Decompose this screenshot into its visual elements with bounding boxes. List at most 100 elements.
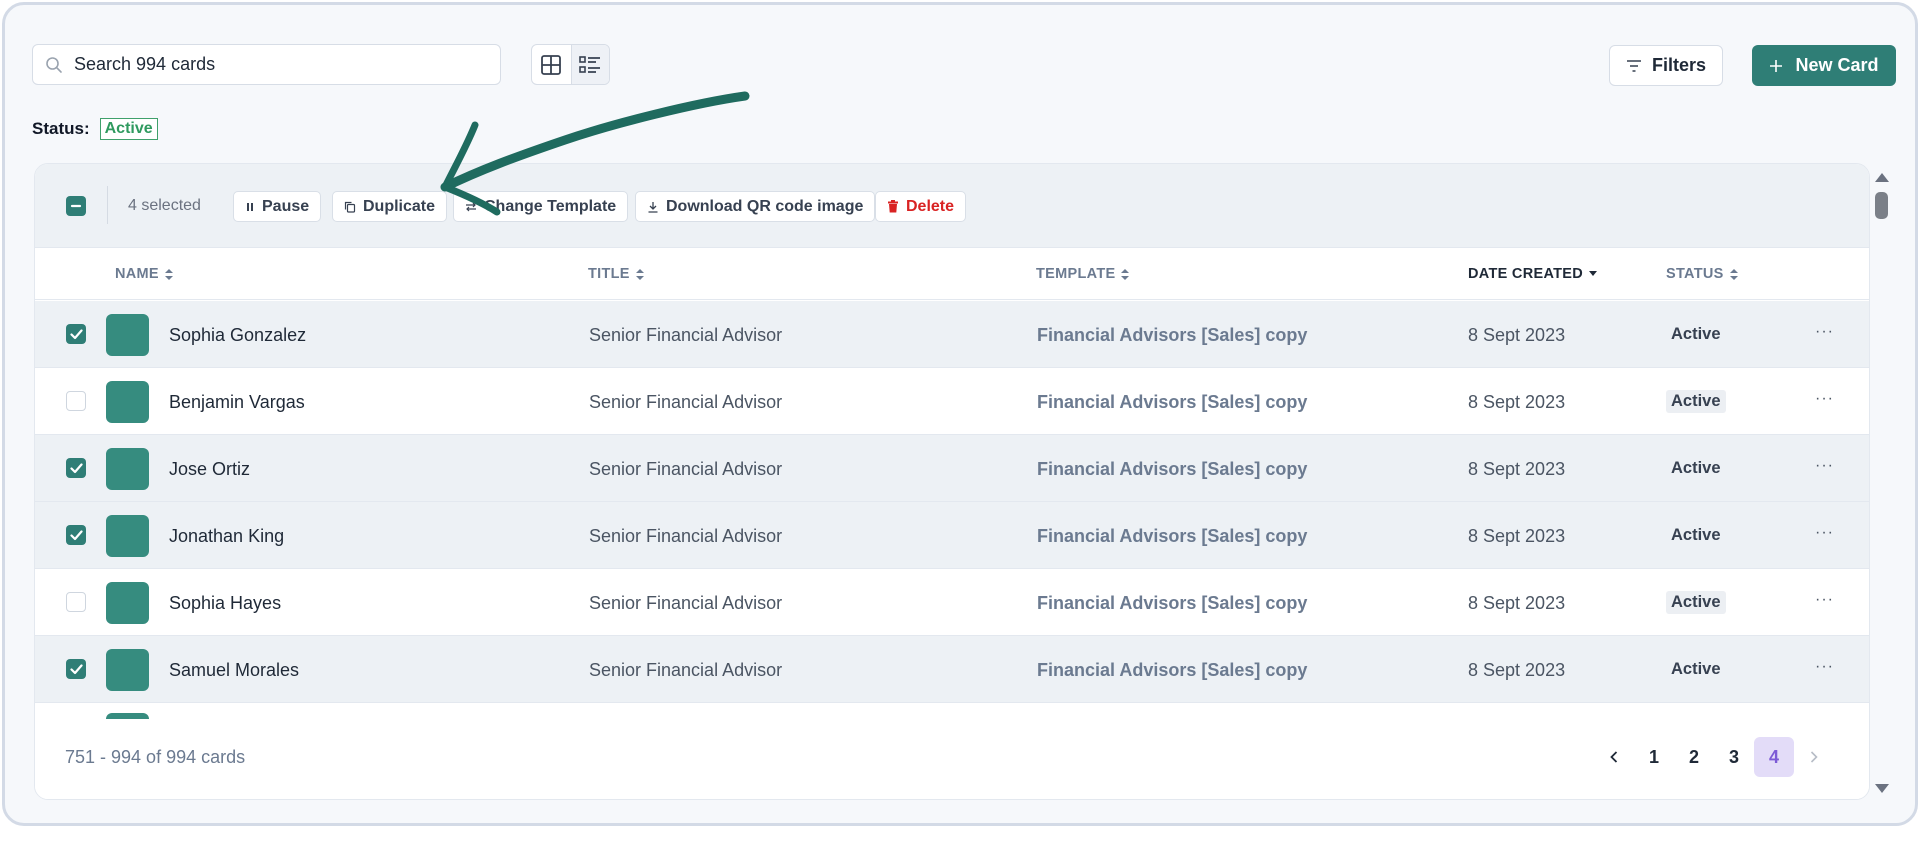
more-options-icon[interactable]: ··· — [1815, 323, 1834, 341]
card-template[interactable]: Financial Advisors [Sales] copy — [1037, 325, 1307, 346]
next-page-button[interactable] — [1794, 737, 1834, 777]
card-title: Senior Financial Advisor — [589, 660, 783, 680]
minus-icon — [70, 204, 82, 208]
card-title: Senior Financial Advisor — [589, 593, 783, 613]
table-row[interactable]: Jose Ortiz Senior Financial Advisor Financ… — [35, 435, 1869, 502]
chevron-right-icon — [1810, 751, 1818, 763]
sort-desc-icon — [1589, 271, 1598, 276]
table-row[interactable]: Samuel Morales Senior Financial Advisor Fi… — [35, 636, 1869, 703]
status-badge: Active — [1666, 591, 1726, 614]
table-row[interactable]: Benjamin Vargas Senior Financial Advisor F… — [35, 368, 1869, 435]
more-options-icon[interactable]: ··· — [1815, 591, 1834, 609]
card-template[interactable]: Financial Advisors [Sales] copy — [1037, 459, 1307, 480]
search-icon — [46, 57, 62, 73]
table-footer: 751 - 994 of 994 cards 1 2 3 4 — [35, 719, 1869, 799]
swap-icon — [466, 202, 476, 211]
column-header-template-label: TEMPLATE — [1036, 266, 1116, 282]
scroll-down-arrow-icon[interactable] — [1875, 784, 1889, 793]
card-name[interactable]: Samuel Morales — [169, 660, 299, 681]
filter-icon — [1626, 59, 1641, 72]
card-title: Senior Financial Advisor — [589, 526, 783, 546]
card-name[interactable]: Jose Ortiz — [169, 459, 250, 480]
more-options-icon[interactable]: ··· — [1815, 457, 1834, 475]
select-all-checkbox[interactable] — [66, 196, 86, 216]
column-header-name[interactable]: NAME — [115, 266, 173, 282]
row-checkbox[interactable] — [66, 391, 86, 411]
vertical-scrollbar[interactable] — [1872, 163, 1890, 800]
column-header-name-label: NAME — [115, 266, 159, 282]
prev-page-button[interactable] — [1594, 737, 1634, 777]
table-row[interactable]: Jonathan King Senior Financial Advisor Fin… — [35, 502, 1869, 569]
page-4-button[interactable]: 4 — [1754, 737, 1794, 777]
status-badge: Active — [1671, 325, 1721, 343]
avatar — [106, 515, 149, 557]
plus-icon — [1770, 59, 1783, 72]
avatar — [106, 448, 149, 490]
filters-label: Filters — [1651, 55, 1707, 75]
row-checkbox[interactable] — [66, 525, 86, 545]
card-title: Senior Financial Advisor — [589, 325, 783, 345]
pause-button[interactable]: Pause — [233, 191, 322, 222]
sort-icon — [164, 268, 173, 280]
card-date-created: 8 Sept 2023 — [1468, 459, 1566, 479]
check-icon — [69, 328, 83, 339]
avatar — [106, 649, 149, 691]
download-qr-button[interactable]: Download QR code image — [635, 191, 876, 222]
card-date-created: 8 Sept 2023 — [1468, 593, 1566, 613]
more-options-icon[interactable]: ··· — [1815, 524, 1834, 542]
status-filter-chip[interactable]: Active — [99, 118, 158, 140]
delete-label: Delete — [906, 197, 955, 215]
page-2-button[interactable]: 2 — [1674, 737, 1714, 777]
scroll-up-arrow-icon[interactable] — [1875, 173, 1889, 182]
column-header-title[interactable]: TITLE — [588, 266, 644, 282]
avatar — [106, 314, 149, 356]
check-icon — [69, 663, 83, 674]
duplicate-button[interactable]: Duplicate — [332, 191, 448, 222]
card-name[interactable]: Jonathan King — [169, 526, 284, 547]
row-checkbox[interactable] — [66, 458, 86, 478]
more-options-icon[interactable]: ··· — [1815, 390, 1834, 408]
new-card-button[interactable]: New Card — [1752, 45, 1896, 86]
pagination: 1 2 3 4 — [1594, 737, 1834, 777]
search-box[interactable] — [32, 44, 501, 85]
download-qr-label: Download QR code image — [666, 197, 864, 215]
column-header-template[interactable]: TEMPLATE — [1036, 266, 1130, 282]
app-frame: Filters New Card Status: Active 4 select… — [2, 2, 1918, 826]
table-row[interactable]: Sophia Hayes Senior Financial Advisor Fina… — [35, 569, 1869, 636]
change-template-button[interactable]: Change Template — [453, 191, 629, 222]
column-header-date-label: DATE CREATED — [1468, 266, 1584, 282]
page-1-button[interactable]: 1 — [1634, 737, 1674, 777]
card-template[interactable]: Financial Advisors [Sales] copy — [1037, 660, 1307, 681]
card-template[interactable]: Financial Advisors [Sales] copy — [1037, 593, 1307, 614]
card-name[interactable]: Sophia Hayes — [169, 593, 281, 614]
scroll-thumb[interactable] — [1875, 192, 1888, 219]
card-template[interactable]: Financial Advisors [Sales] copy — [1037, 526, 1307, 547]
pause-icon — [247, 202, 253, 211]
column-header-status[interactable]: STATUS — [1666, 266, 1738, 282]
row-checkbox[interactable] — [66, 659, 86, 679]
card-template[interactable]: Financial Advisors [Sales] copy — [1037, 392, 1307, 413]
more-options-icon[interactable]: ··· — [1815, 658, 1834, 676]
page-3-button[interactable]: 3 — [1714, 737, 1754, 777]
sort-icon — [635, 268, 644, 280]
card-name[interactable]: Sophia Gonzalez — [169, 325, 306, 346]
card-title: Senior Financial Advisor — [589, 459, 783, 479]
card-date-created: 8 Sept 2023 — [1468, 660, 1566, 680]
grid-view-button[interactable] — [532, 45, 571, 84]
card-date-created: 8 Sept 2023 — [1468, 325, 1566, 345]
filters-button[interactable]: Filters — [1609, 45, 1723, 86]
download-icon — [648, 201, 658, 213]
divider — [107, 186, 108, 224]
list-view-button[interactable] — [570, 45, 609, 84]
column-header-date-created[interactable]: DATE CREATED — [1468, 266, 1598, 282]
row-checkbox[interactable] — [66, 324, 86, 344]
search-input[interactable] — [74, 54, 474, 75]
card-name[interactable]: Benjamin Vargas — [169, 392, 305, 413]
delete-button[interactable]: Delete — [875, 191, 967, 222]
column-header-title-label: TITLE — [588, 266, 630, 282]
row-checkbox[interactable] — [66, 592, 86, 612]
check-icon — [69, 462, 83, 473]
sort-icon — [1729, 268, 1738, 280]
status-filter: Status: Active — [32, 118, 158, 140]
table-row[interactable]: Sophia Gonzalez Senior Financial Advisor F… — [35, 301, 1869, 368]
